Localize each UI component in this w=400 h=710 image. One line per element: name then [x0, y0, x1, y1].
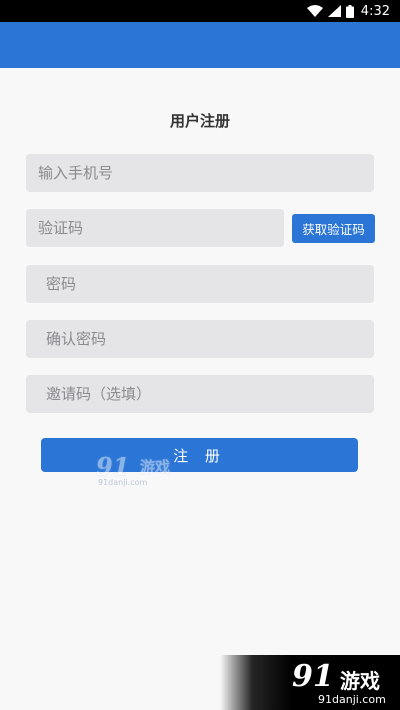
password-input[interactable] [26, 265, 374, 303]
watermark-corner-url: 91danji.com [318, 693, 386, 706]
status-bar: 4:32 [0, 0, 400, 22]
invite-code-input[interactable] [26, 375, 374, 413]
watermark-corner-script: 91 [292, 659, 334, 694]
cellular-signal-icon [327, 5, 341, 17]
status-time: 4:32 [360, 3, 390, 19]
wifi-icon [306, 5, 323, 17]
battery-icon [345, 4, 354, 18]
watermark-url: 91danji.com [98, 478, 148, 487]
page-title: 用户注册 [169, 112, 230, 130]
verification-code-input[interactable] [26, 209, 284, 247]
register-button[interactable]: 注 册 [41, 438, 358, 472]
confirm-password-input[interactable] [26, 320, 374, 358]
watermark-corner-text: 游戏 [340, 669, 380, 693]
phone-input[interactable] [26, 154, 374, 192]
watermark-logo-corner: 91 游戏 91danji.com [220, 655, 400, 710]
get-code-button[interactable]: 获取验证码 [292, 214, 375, 243]
status-icons: 4:32 [306, 3, 390, 19]
app-bar [0, 22, 400, 68]
